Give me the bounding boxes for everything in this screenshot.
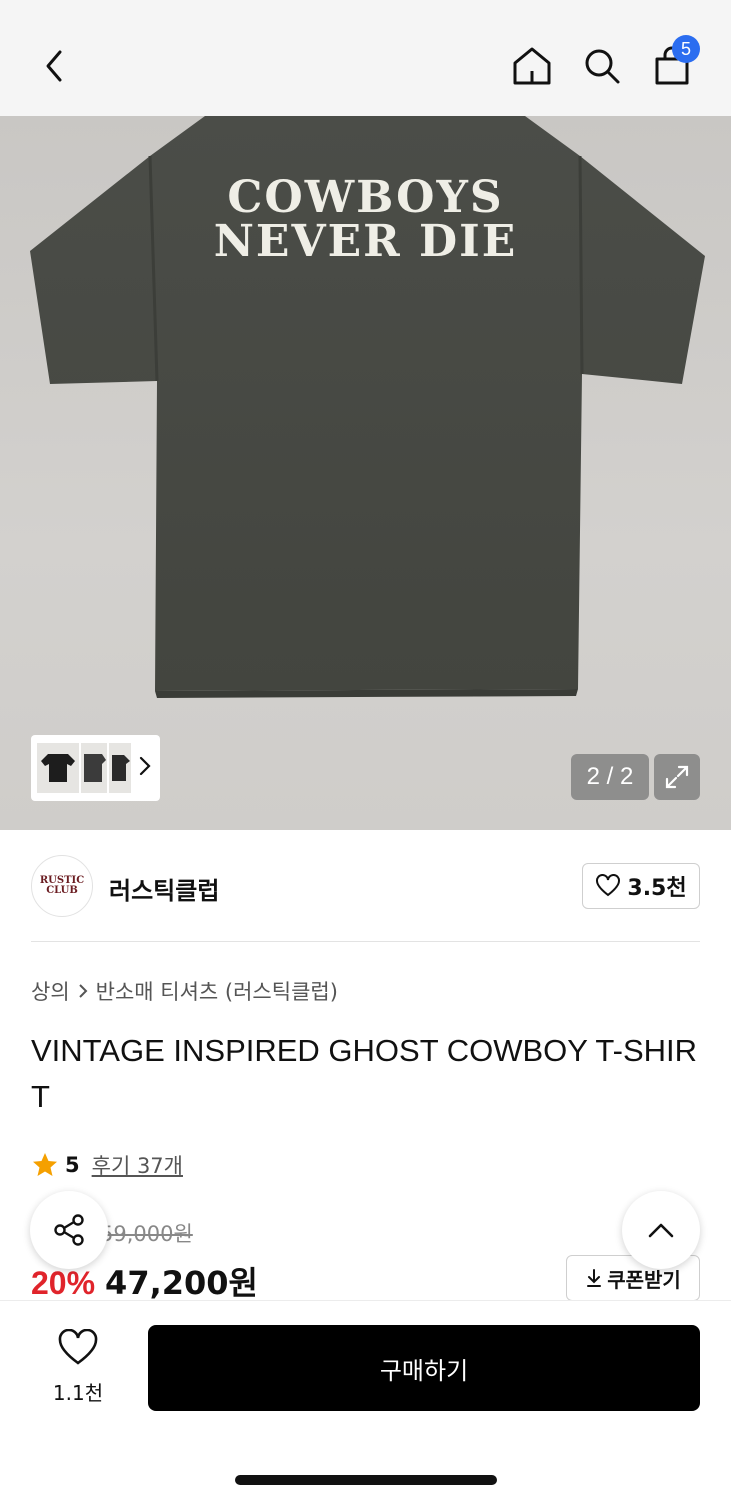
reviews-link[interactable]: 후기 37개 bbox=[92, 1150, 183, 1180]
search-icon bbox=[585, 49, 620, 84]
image-pager: 2 / 2 bbox=[571, 754, 649, 800]
shirt-print-line2: NEVER DIE bbox=[213, 216, 518, 267]
chevron-up-icon bbox=[648, 1223, 674, 1238]
product-title: VINTAGE INSPIRED GHOST COWBOY T-SHIRT bbox=[31, 1033, 698, 1114]
breadcrumb-item[interactable]: 상의 bbox=[31, 976, 70, 1006]
bottom-action-bar: 1.1천 구매하기 bbox=[0, 1300, 731, 1500]
divider bbox=[31, 941, 700, 942]
breadcrumb: 상의 반소매 티셔츠 (러스틱클럽) bbox=[31, 976, 338, 1006]
thumbnail-back[interactable] bbox=[81, 743, 107, 793]
back-button[interactable] bbox=[27, 36, 83, 96]
tshirt-thumb-icon bbox=[41, 754, 75, 782]
wishlist-button[interactable]: 1.1천 bbox=[38, 1328, 118, 1406]
brand-row[interactable]: RUSTIC CLUB 러스틱클럽 3.5천 bbox=[31, 855, 700, 919]
chevron-right-icon bbox=[78, 984, 88, 998]
heart-icon bbox=[596, 874, 621, 897]
home-icon bbox=[513, 47, 551, 85]
expand-button[interactable] bbox=[654, 754, 700, 800]
buy-button[interactable]: 구매하기 bbox=[148, 1325, 700, 1411]
rating-score: 5 bbox=[65, 1153, 80, 1177]
tshirt-thumb-icon bbox=[112, 755, 130, 781]
tshirt-thumb-icon bbox=[84, 754, 106, 782]
wishlist-count: 1.1천 bbox=[52, 1381, 104, 1405]
original-price: 59,000원 bbox=[100, 1222, 193, 1246]
discount-rate: 20% bbox=[31, 1265, 96, 1301]
product-image-gallery[interactable]: COWBOYS NEVER DIE 2 / 2 bbox=[0, 116, 731, 830]
home-button[interactable] bbox=[504, 36, 560, 96]
chevron-right-icon[interactable] bbox=[138, 755, 152, 777]
thumbnail-front[interactable] bbox=[37, 743, 79, 793]
brand-logo-line2: CLUB bbox=[46, 885, 78, 896]
top-bar: 5 bbox=[0, 0, 731, 116]
cart-count-badge: 5 bbox=[672, 35, 700, 63]
brand-like-count: 3.5천 bbox=[627, 876, 687, 901]
sale-price: 47,200원 bbox=[105, 1264, 258, 1302]
rating-row: 5 후기 37개 bbox=[31, 1150, 183, 1180]
home-indicator bbox=[235, 1475, 497, 1485]
brand-like-button[interactable]: 3.5천 bbox=[582, 863, 700, 909]
brand-logo[interactable]: RUSTIC CLUB bbox=[31, 855, 93, 917]
expand-icon bbox=[665, 765, 689, 789]
search-button[interactable] bbox=[574, 36, 630, 96]
scroll-top-button[interactable] bbox=[622, 1191, 700, 1269]
brand-name[interactable]: 러스틱클럽 bbox=[109, 871, 219, 906]
star-icon bbox=[33, 1153, 57, 1176]
chevron-left-icon bbox=[46, 50, 62, 82]
download-icon bbox=[587, 1269, 602, 1287]
thumbnail-side[interactable] bbox=[109, 743, 131, 793]
breadcrumb-item[interactable]: 반소매 티셔츠 (러스틱클럽) bbox=[96, 976, 338, 1006]
share-icon bbox=[54, 1214, 84, 1246]
heart-icon bbox=[58, 1328, 98, 1365]
cart-button[interactable]: 5 bbox=[644, 35, 700, 96]
share-button[interactable] bbox=[30, 1191, 108, 1269]
thumbnail-strip[interactable] bbox=[31, 735, 160, 801]
